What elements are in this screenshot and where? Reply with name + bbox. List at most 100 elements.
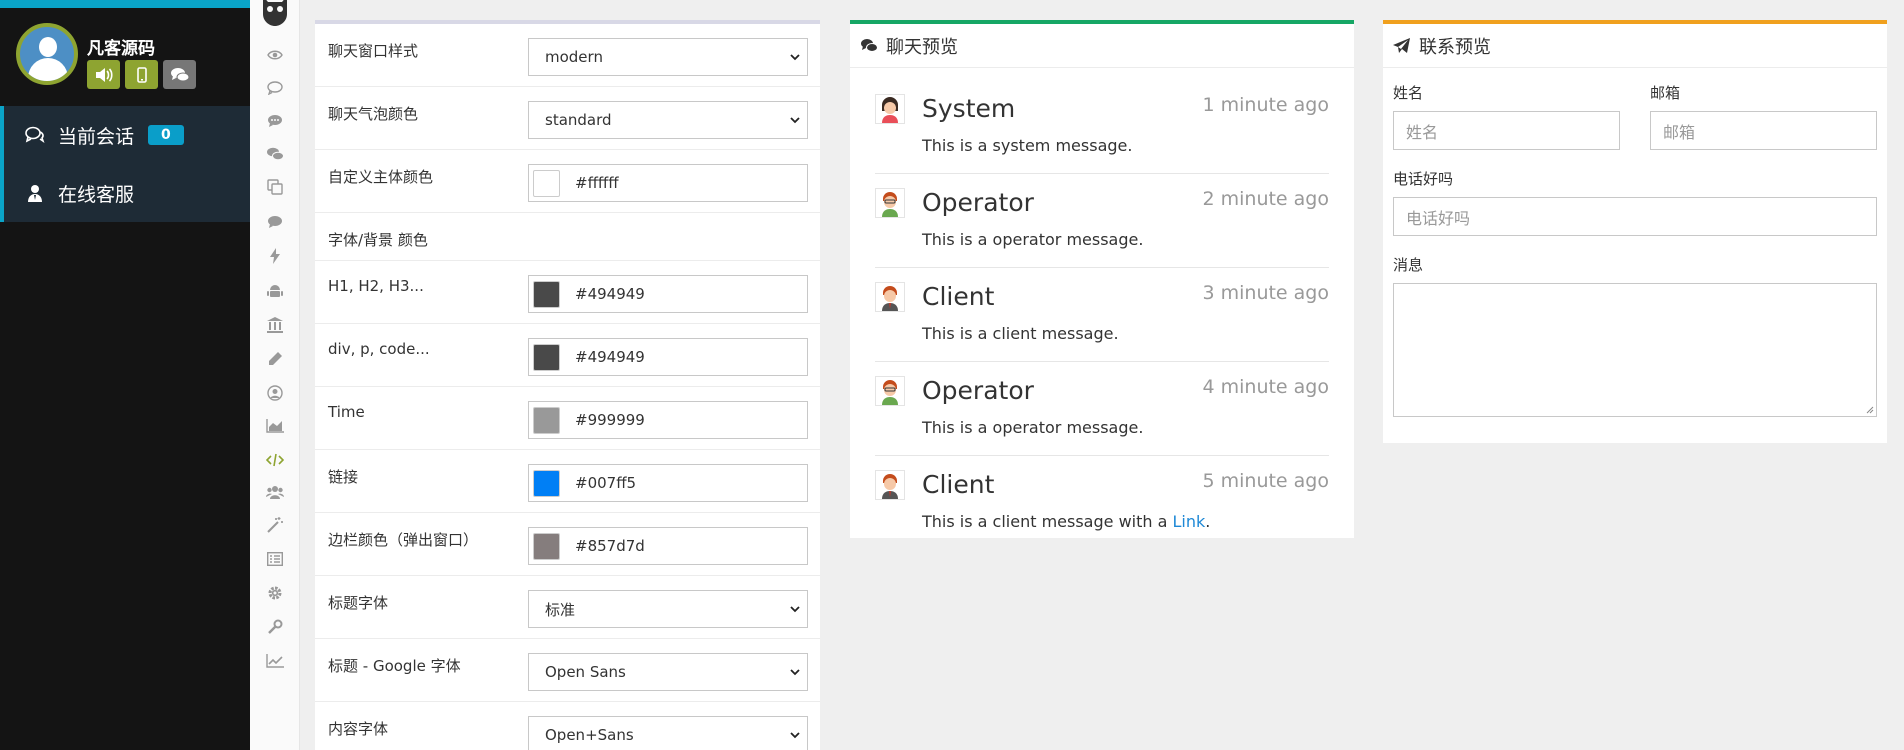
setting-row-body-color: div, p, code... #494949 [315,324,820,387]
profile-block: 凡客源码 [0,8,250,106]
eye-icon[interactable] [265,45,285,65]
email-placeholder: 邮箱 [1663,122,1696,142]
setting-label: Time [328,403,365,421]
color-value: #494949 [575,348,645,366]
copy-icon[interactable] [265,177,285,197]
section-heading: 字体/背景 颜色 [328,231,428,249]
android-icon[interactable] [265,281,285,301]
color-swatch[interactable] [533,532,560,560]
color-value: #999999 [575,411,645,429]
message-text: This is a client message with a Link. [922,512,1210,531]
setting-row-sidebar-color: 边栏颜色（弹出窗口） #857d7d [315,513,820,576]
time-color-input[interactable]: #999999 [528,401,808,439]
users-icon[interactable] [265,482,285,502]
setting-label: 内容字体 [328,720,389,738]
message-time: 1 minute ago [1202,94,1329,116]
comment-dots-icon[interactable] [265,111,285,131]
message-text: This is a system message. [922,136,1133,155]
bubble-color-select[interactable]: standard [528,101,808,139]
message-textarea[interactable] [1393,283,1877,417]
setting-label: 自定义主体颜色 [328,168,434,186]
message-link[interactable]: Link [1172,512,1205,531]
message-label: 消息 [1393,256,1424,274]
color-value: #ffffff [575,174,619,192]
owl-logo-icon [260,0,290,26]
comment-outline-icon[interactable] [265,78,285,98]
list-alt-icon[interactable] [265,549,285,569]
setting-label: 标题 - Google 字体 [328,657,461,675]
color-swatch[interactable] [533,280,560,308]
line-chart-icon[interactable] [265,651,285,671]
name-placeholder: 姓名 [1406,122,1439,142]
heading-color-input[interactable]: #494949 [528,275,808,313]
panel-title: 联系预览 [1419,36,1491,58]
setting-row-heading-font: 标题字体 标准 [315,576,820,639]
sidebar-menu: 当前会话 0 在线客服 [0,106,250,222]
message-text-suffix: . [1205,512,1211,531]
setting-row-main-color: 自定义主体颜色 #ffffff [315,150,820,213]
comments-outline-icon [24,126,46,144]
profile-name: 凡客源码 [87,39,155,59]
contact-preview-panel: 联系预览 姓名 姓名 邮箱 邮箱 电话好吗 电话好吗 消息 [1383,20,1887,443]
resize-handle-icon[interactable] [1866,406,1874,414]
email-label: 邮箱 [1650,84,1681,102]
icon-rail [250,0,300,750]
area-chart-icon[interactable] [265,416,285,436]
name-label: 姓名 [1393,84,1424,102]
message-text: This is a operator message. [922,230,1144,249]
chat-button[interactable] [163,60,196,89]
setting-label: 聊天气泡颜色 [328,105,419,123]
message-author: Operator [922,188,1034,217]
color-swatch[interactable] [533,469,560,497]
wrench-icon[interactable] [265,617,285,637]
body-color-input[interactable]: #494949 [528,338,808,376]
name-field[interactable]: 姓名 [1393,111,1620,150]
select-value: standard [545,111,612,129]
message-time: 5 minute ago [1202,470,1329,492]
bolt-icon[interactable] [265,246,285,266]
chevron-down-icon [790,54,800,61]
operator-avatar [875,376,905,406]
sidebar-item-current-sessions[interactable]: 当前会话 0 [0,106,250,164]
pencil-icon[interactable] [265,349,285,369]
user-circle-icon[interactable] [265,383,285,403]
setting-label: div, p, code... [328,340,430,358]
message-text-body: This is a client message with a [922,512,1173,531]
heading-font-select[interactable]: 标准 [528,590,808,628]
magic-icon[interactable] [265,515,285,535]
main-color-input[interactable]: #ffffff [528,164,808,202]
mobile-button[interactable] [125,60,158,89]
message-author: Client [922,470,995,499]
content-font-select[interactable]: Open+Sans [528,716,808,750]
user-secret-icon [24,184,46,202]
setting-label: 链接 [328,468,359,486]
chat-preview-header: 聊天预览 [850,24,1354,68]
sidebar-item-online-support[interactable]: 在线客服 [0,164,250,222]
code-icon[interactable] [265,450,285,470]
bank-icon[interactable] [265,315,285,335]
chat-message: System 1 minute ago This is a system mes… [875,80,1329,174]
sidebar-color-input[interactable]: #857d7d [528,527,808,565]
session-count-badge: 0 [148,125,184,145]
chat-window-style-select[interactable]: modern [528,38,808,76]
comment-icon[interactable] [265,212,285,232]
link-color-input[interactable]: #007ff5 [528,464,808,502]
comments-icon[interactable] [265,144,285,164]
message-time: 4 minute ago [1202,376,1329,398]
select-value: Open+Sans [545,726,634,744]
google-font-select[interactable]: Open Sans [528,653,808,691]
phone-field[interactable]: 电话好吗 [1393,197,1877,236]
color-swatch[interactable] [533,406,560,434]
color-swatch[interactable] [533,169,560,197]
client-avatar [875,470,905,500]
gear-icon[interactable] [265,583,285,603]
sound-button[interactable] [87,60,120,89]
chat-message: Client 3 minute ago This is a client mes… [875,268,1329,362]
avatar[interactable] [16,23,78,85]
color-value: #857d7d [575,537,645,555]
mobile-icon [136,66,147,83]
color-swatch[interactable] [533,343,560,371]
color-value: #007ff5 [575,474,637,492]
email-field[interactable]: 邮箱 [1650,111,1877,150]
quick-buttons [87,60,196,89]
